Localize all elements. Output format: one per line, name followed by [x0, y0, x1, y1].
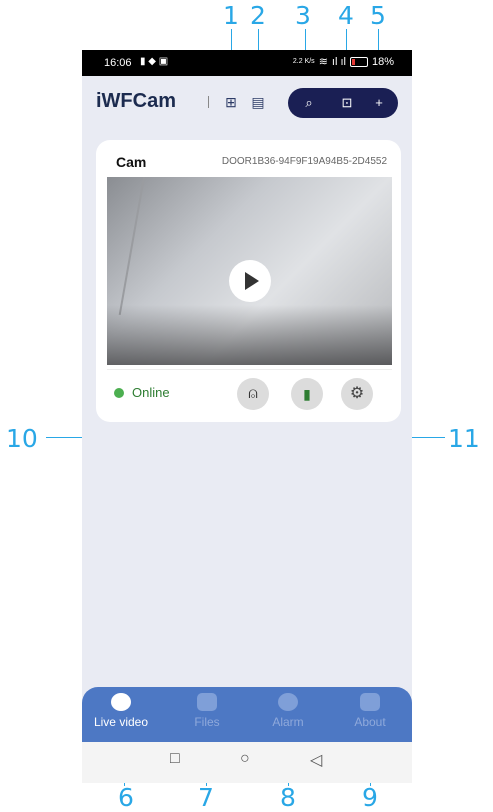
- gear-icon: ⚙: [349, 385, 365, 402]
- callout-9: 9: [362, 783, 378, 812]
- device-name: Cam: [116, 154, 147, 170]
- search-icon[interactable]: ⌕: [300, 94, 318, 112]
- device-uid: DOOR1B36-94F9F19A94B5-2D4552: [221, 156, 387, 167]
- notification-icon: ▮ ◆ ▣: [140, 56, 169, 67]
- callout-1: 1: [223, 1, 239, 30]
- battery-status-button[interactable]: ▮: [291, 378, 323, 410]
- callout-4: 4: [338, 1, 354, 30]
- title-separator: [208, 96, 209, 108]
- video-preview[interactable]: [107, 177, 392, 365]
- tab-label-files: Files: [194, 715, 220, 729]
- tab-live-video[interactable]: Live video: [82, 693, 160, 729]
- play-icon[interactable]: [229, 260, 271, 302]
- callout-8: 8: [280, 783, 296, 812]
- preview-wall-edge: [118, 177, 145, 316]
- back-icon[interactable]: ◁: [310, 750, 322, 770]
- callout-2: 2: [250, 1, 266, 30]
- callout-11: 11: [448, 424, 480, 453]
- action-pill: ⌕ ⊡ +: [288, 88, 398, 118]
- status-right: 2.2 K/s ≋ ıl ıl 18%: [292, 55, 394, 69]
- list-view-icon[interactable]: ▤: [249, 93, 267, 111]
- grid-view-icon[interactable]: ⊞: [222, 93, 240, 111]
- app-title: iWFCam: [96, 90, 176, 112]
- system-nav-bar: □ ○ ◁: [82, 742, 412, 783]
- tab-files[interactable]: Files: [168, 693, 246, 729]
- scan-icon[interactable]: ⊡: [338, 94, 356, 112]
- tab-alarm[interactable]: Alarm: [249, 693, 327, 729]
- preview-floor: [107, 305, 392, 365]
- device-status: Online: [132, 385, 170, 400]
- callout-10: 10: [6, 424, 38, 453]
- tab-label-alarm: Alarm: [272, 715, 304, 729]
- callout-3: 3: [295, 1, 311, 30]
- status-bar: 16:06 ▮ ◆ ▣ 2.2 K/s ≋ ıl ıl 18%: [82, 50, 412, 76]
- callout-6: 6: [118, 783, 134, 812]
- battery-icon: [349, 56, 368, 67]
- battery-percent: 18%: [371, 55, 394, 68]
- alarm-icon: [278, 693, 298, 711]
- recents-icon[interactable]: □: [170, 750, 180, 768]
- app-bar: iWFCam ⊞ ▤ ⌕ ⊡ +: [82, 76, 412, 126]
- tab-about[interactable]: About: [331, 693, 409, 729]
- callout-5: 5: [370, 1, 386, 30]
- folder-icon: [197, 693, 217, 711]
- home-icon[interactable]: ○: [240, 750, 250, 768]
- tab-label-live-video: Live video: [93, 715, 149, 729]
- remote-unlock-button[interactable]: ⍝: [237, 378, 269, 410]
- battery-charge-icon: ▮: [303, 386, 311, 402]
- online-indicator-icon: [114, 388, 124, 398]
- card-divider: [107, 369, 392, 370]
- signal-icon: ıl ıl: [331, 55, 346, 68]
- add-icon[interactable]: +: [370, 94, 388, 112]
- bottom-nav: Live video Files Alarm About: [82, 687, 412, 742]
- status-time: 16:06: [104, 57, 132, 69]
- tab-label-about: About: [354, 715, 386, 729]
- puzzle-icon: [360, 693, 380, 711]
- play-circle-icon: [111, 693, 131, 711]
- phone-screen: 16:06 ▮ ◆ ▣ 2.2 K/s ≋ ıl ıl 18% iWFCam ⊞…: [82, 50, 412, 783]
- settings-button[interactable]: ⚙: [341, 378, 373, 410]
- network-speed: 2.2 K/s: [292, 58, 315, 65]
- callout-7: 7: [198, 783, 214, 812]
- remote-signal-icon: ⍝: [248, 385, 258, 402]
- camera-card[interactable]: Cam DOOR1B36-94F9F19A94B5-2D4552 Online …: [96, 140, 401, 422]
- wifi-icon: ≋: [318, 56, 328, 68]
